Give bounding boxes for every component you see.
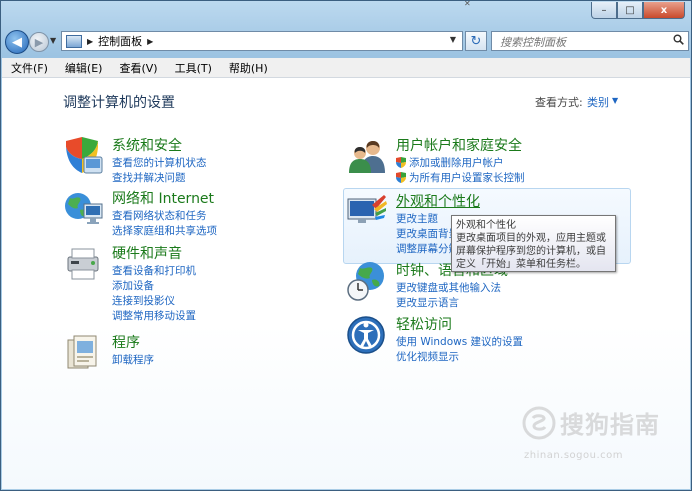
- search-input[interactable]: [498, 33, 672, 51]
- view-by-dropdown[interactable]: 类别: [587, 94, 609, 110]
- menu-file[interactable]: 文件(F): [2, 60, 56, 76]
- link-mobility-settings[interactable]: 调整常用移动设置: [112, 308, 196, 323]
- recent-pages-dropdown[interactable]: ▼: [50, 36, 56, 45]
- breadcrumb-arrow-icon[interactable]: ▶: [147, 37, 153, 46]
- view-by-label: 查看方式:: [535, 96, 583, 109]
- menu-edit[interactable]: 编辑(E): [56, 60, 111, 76]
- menu-view[interactable]: 查看(V): [110, 60, 165, 76]
- forward-button[interactable]: ▶: [29, 32, 49, 52]
- refresh-icon: ↻: [470, 33, 482, 49]
- refresh-button[interactable]: ↻: [465, 31, 487, 51]
- hardware-sound-icon[interactable]: [62, 243, 104, 285]
- content-area: 调整计算机的设置 查看方式: 类别 ▼ 系统和安全 查看您的计算机状态 查找并解…: [2, 78, 690, 489]
- forward-arrow-icon: ▶: [34, 35, 44, 49]
- link-parental-controls-label: 为所有用户设置家长控制: [409, 172, 525, 184]
- link-connect-projector[interactable]: 连接到投影仪: [112, 293, 196, 308]
- link-find-fix-problems[interactable]: 查找并解决问题: [112, 170, 207, 185]
- category-title-user-accounts[interactable]: 用户帐户和家庭安全: [396, 135, 522, 155]
- system-security-icon[interactable]: [62, 135, 104, 177]
- link-add-remove-accounts[interactable]: 添加或删除用户帐户: [396, 155, 525, 170]
- watermark-text: 搜狗指南: [560, 411, 660, 439]
- breadcrumb-control-panel[interactable]: 控制面板: [98, 33, 142, 49]
- link-optimize-display[interactable]: 优化视频显示: [396, 349, 523, 364]
- user-accounts-icon[interactable]: [346, 135, 388, 177]
- link-add-device[interactable]: 添加设备: [112, 278, 196, 293]
- category-title-ease-of-access[interactable]: 轻松访问: [396, 314, 452, 334]
- appearance-tooltip: 外观和个性化 更改桌面项目的外观，应用主题或屏幕保护程序到您的计算机，或自定义「…: [451, 215, 616, 272]
- uac-shield-icon: [396, 157, 406, 168]
- menu-bar: 文件(F) 编辑(E) 查看(V) 工具(T) 帮助(H): [2, 58, 690, 78]
- category-title-appearance[interactable]: 外观和个性化: [396, 191, 480, 211]
- link-view-computer-status[interactable]: 查看您的计算机状态: [112, 155, 207, 170]
- ease-of-access-icon[interactable]: [346, 314, 388, 356]
- clock-region-icon[interactable]: [346, 260, 388, 302]
- maximize-button[interactable]: □: [617, 2, 643, 19]
- back-button[interactable]: ◀: [5, 30, 29, 54]
- breadcrumb-arrow-icon[interactable]: ▶: [87, 37, 93, 46]
- back-arrow-icon: ◀: [12, 34, 22, 50]
- menu-help[interactable]: 帮助(H): [220, 60, 276, 76]
- link-add-remove-accounts-label: 添加或删除用户帐户: [409, 157, 504, 169]
- category-title-network-internet[interactable]: 网络和 Internet: [112, 188, 214, 208]
- appearance-icon[interactable]: [346, 191, 388, 233]
- page-title: 调整计算机的设置: [63, 95, 175, 111]
- close-button[interactable]: x: [643, 2, 685, 19]
- address-bar-row: ◀ ▶ ▼ ▶ 控制面板 ▶ ▼ ↻: [5, 30, 689, 54]
- uac-shield-icon: [396, 172, 406, 183]
- search-icon[interactable]: [673, 34, 684, 45]
- link-change-keyboard-input[interactable]: 更改键盘或其他输入法: [396, 280, 501, 295]
- address-history-dropdown[interactable]: ▼: [450, 35, 456, 44]
- link-parental-controls[interactable]: 为所有用户设置家长控制: [396, 170, 525, 185]
- link-change-display-language[interactable]: 更改显示语言: [396, 295, 501, 310]
- watermark-url: zhinan.sogou.com: [524, 450, 624, 461]
- programs-icon[interactable]: [62, 332, 104, 374]
- search-box[interactable]: [491, 31, 689, 51]
- link-network-status-tasks[interactable]: 查看网络状态和任务: [112, 208, 217, 223]
- category-title-programs[interactable]: 程序: [112, 332, 140, 352]
- link-uninstall-program[interactable]: 卸载程序: [112, 352, 154, 367]
- close-small-icon: ✕: [464, 0, 471, 8]
- chevron-down-icon[interactable]: ▼: [612, 96, 618, 105]
- control-panel-window: ✕ – □ x ◀ ▶ ▼ ▶ 控制面板 ▶ ▼ ↻ 搜索控制面板 文件(F) …: [0, 0, 692, 491]
- category-title-hardware-sound[interactable]: 硬件和声音: [112, 243, 182, 263]
- tooltip-body: 更改桌面项目的外观，应用主题或屏幕保护程序到您的计算机，或自定义「开始」菜单和任…: [456, 233, 606, 270]
- sogou-watermark: 搜狗指南: [522, 405, 660, 440]
- address-field[interactable]: ▶ 控制面板 ▶ ▼: [61, 31, 463, 51]
- tooltip-title: 外观和个性化: [456, 220, 516, 231]
- caption-buttons: – □ x: [591, 2, 685, 19]
- network-internet-icon[interactable]: [62, 188, 104, 230]
- link-recommended-settings[interactable]: 使用 Windows 建议的设置: [396, 334, 523, 349]
- control-panel-icon: [66, 34, 82, 48]
- minimize-button[interactable]: –: [591, 2, 617, 19]
- link-homegroup-sharing[interactable]: 选择家庭组和共享选项: [112, 223, 217, 238]
- menu-tools[interactable]: 工具(T): [166, 60, 220, 76]
- link-devices-printers[interactable]: 查看设备和打印机: [112, 263, 196, 278]
- sogou-logo-icon: [522, 406, 556, 439]
- category-title-system-security[interactable]: 系统和安全: [112, 135, 182, 155]
